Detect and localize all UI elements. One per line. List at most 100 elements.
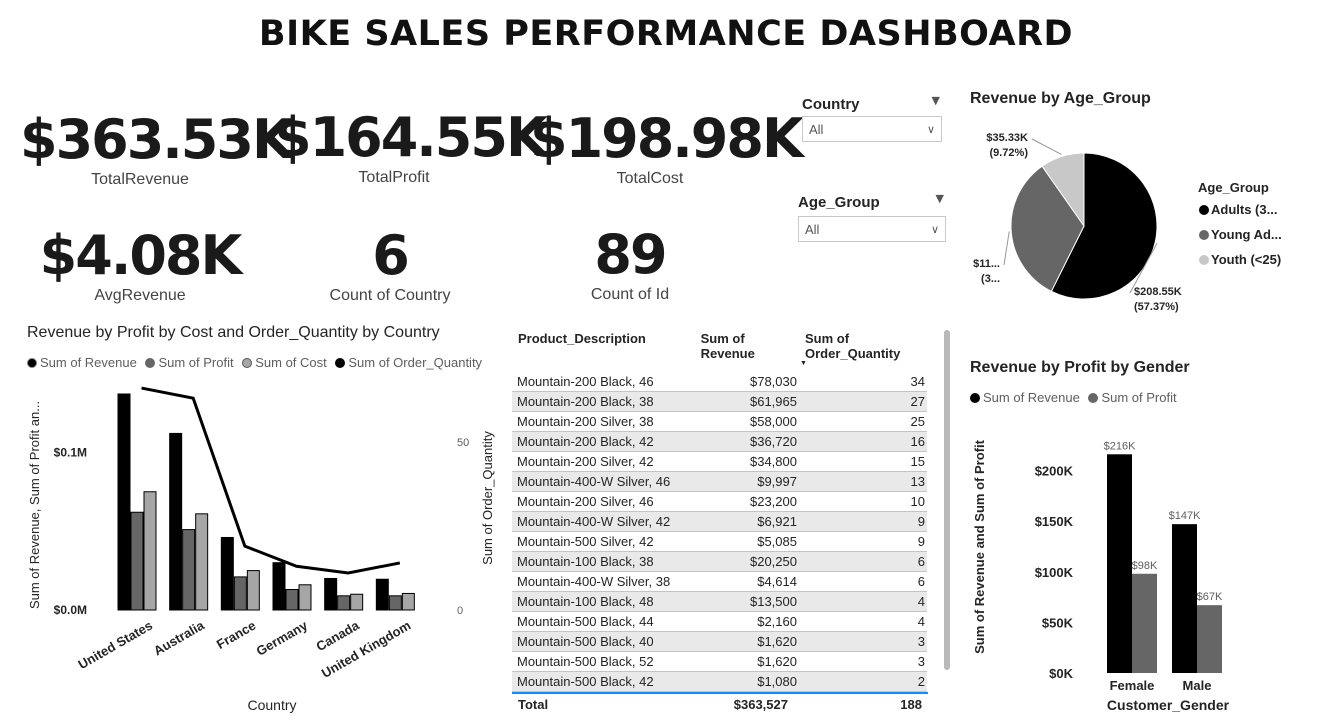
- table-row[interactable]: Mountain-400-W Silver, 38 $4,614 6: [512, 571, 927, 592]
- y-tick-label: $0K: [1049, 666, 1073, 681]
- slicer-title: Country: [802, 96, 860, 113]
- table-row[interactable]: Mountain-200 Black, 46 $78,030 34: [512, 372, 927, 392]
- table-row[interactable]: Mountain-200 Silver, 42 $34,800 15: [512, 451, 927, 472]
- bar-sum-of-profit: [233, 576, 247, 611]
- column-header-revenue[interactable]: Sum of Revenue: [695, 330, 799, 372]
- cell-revenue: $34,800: [694, 451, 799, 472]
- chevron-down-icon[interactable]: ▼: [932, 94, 940, 107]
- table-row[interactable]: Mountain-400-W Silver, 42 $6,921 9: [512, 511, 927, 532]
- cell-order-quantity: 3: [798, 651, 927, 672]
- table-row[interactable]: Mountain-500 Black, 44 $2,160 4: [512, 611, 927, 632]
- cell-revenue: $5,085: [694, 531, 799, 552]
- bar-sum-of-revenue: [272, 562, 286, 611]
- cell-order-quantity: 4: [798, 591, 927, 612]
- cell-order-quantity: 9: [798, 511, 927, 532]
- legend-item[interactable]: Sum of Cost: [242, 355, 327, 370]
- bar-sum-of-revenue: [169, 432, 183, 611]
- cell-product: Mountain-400-W Silver, 46: [512, 471, 695, 492]
- cell-order-quantity: 9: [798, 531, 927, 552]
- legend-dot: [1088, 393, 1099, 403]
- table-body: Mountain-200 Black, 46 $78,030 34 Mountain-…: [512, 372, 927, 692]
- table-row[interactable]: Mountain-500 Black, 40 $1,620 3: [512, 631, 927, 652]
- pie-leader-line: [1031, 138, 1062, 155]
- pie-value-label: $208.55K: [1134, 286, 1182, 298]
- sort-descending-icon: ▼: [799, 360, 807, 367]
- kpi-card-total-profit: $164.55K TotalProfit: [274, 106, 548, 187]
- y-tick-label: $50K: [1042, 615, 1074, 630]
- table-row[interactable]: Mountain-100 Black, 38 $20,250 6: [512, 551, 927, 572]
- table-total-row: Total $363,527 188: [512, 692, 928, 714]
- table-row[interactable]: Mountain-400-W Silver, 46 $9,997 13: [512, 471, 927, 492]
- pie-value-label: $11...: [973, 258, 1000, 270]
- kpi-label: Count of Id: [590, 286, 670, 303]
- table-row[interactable]: Mountain-100 Black, 48 $13,500 4: [512, 591, 927, 612]
- cell-product: Mountain-200 Black, 42: [512, 431, 695, 452]
- x-axis-title: Country: [247, 697, 296, 713]
- slicer-dropdown[interactable]: All ∨: [802, 116, 942, 142]
- cell-revenue: $36,720: [694, 431, 799, 452]
- gender-bar-chart[interactable]: $0K $50K $100K $150K $200K $216K $98K Female $14…: [960, 410, 1300, 720]
- pie-legend-label: Young Ad...: [1211, 227, 1282, 242]
- legend-item[interactable]: Sum of Profit: [145, 355, 234, 370]
- table-scrollbar[interactable]: [944, 330, 950, 670]
- x-tick-label: United States: [76, 618, 155, 673]
- x-tick-label: France: [214, 618, 258, 652]
- column-header-order-quantity[interactable]: Sum of Order_Quantity ▼: [799, 330, 927, 372]
- cell-product: Mountain-200 Silver, 38: [512, 411, 695, 432]
- table-row[interactable]: Mountain-200 Black, 42 $36,720 16: [512, 431, 927, 452]
- bar-sum-of-revenue: [1172, 524, 1197, 673]
- bar-sum-of-profit: [337, 595, 351, 611]
- cell-revenue: $13,500: [694, 591, 799, 612]
- table-row[interactable]: Mountain-500 Black, 52 $1,620 3: [512, 651, 927, 672]
- x-tick-label: Female: [1110, 678, 1155, 693]
- table-row[interactable]: Mountain-200 Silver, 38 $58,000 25: [512, 411, 927, 432]
- legend-label: Sum of Profit: [1101, 390, 1177, 405]
- cell-revenue: $6,921: [694, 511, 799, 532]
- kpi-card-count-id: 89 Count of Id: [510, 223, 750, 304]
- bar-sum-of-cost: [401, 592, 415, 611]
- bar-sum-of-profit: [1132, 573, 1157, 673]
- y-axis-title: Sum of Revenue, Sum of Profit an...: [27, 401, 42, 609]
- age-group-pie-chart[interactable]: $208.55K (57.37%) $11... (3... $35.33K (9.72%…: [960, 120, 1300, 325]
- cell-order-quantity: 25: [798, 411, 927, 432]
- cell-revenue: $78,030: [694, 372, 799, 392]
- cell-revenue: $58,000: [694, 411, 799, 432]
- slicer-age-group: Age_Group ▼ All ∨: [798, 192, 946, 242]
- kpi-value: $363.53K: [20, 108, 294, 171]
- table-row[interactable]: Mountain-500 Black, 42 $1,080 2: [512, 671, 927, 692]
- y-tick-label: $100K: [1035, 565, 1074, 580]
- cell-product: Mountain-500 Black, 42: [512, 671, 695, 692]
- cell-revenue: $4,614: [694, 571, 799, 592]
- bar-sum-of-profit: [388, 595, 402, 611]
- cell-order-quantity: 13: [798, 471, 927, 492]
- cell-order-quantity: 10: [798, 491, 927, 512]
- kpi-card-avg-revenue: $4.08K AvgRevenue: [20, 224, 260, 305]
- slicer-dropdown[interactable]: All ∨: [798, 216, 946, 242]
- table-row[interactable]: Mountain-200 Black, 38 $61,965 27: [512, 391, 927, 412]
- data-label: $147K: [1169, 510, 1201, 522]
- table-row[interactable]: Mountain-200 Silver, 46 $23,200 10: [512, 491, 927, 512]
- column-header-product[interactable]: Product_Description: [512, 330, 695, 372]
- cell-order-quantity: 6: [798, 551, 927, 572]
- pie-percent-label: (57.37%): [1134, 301, 1179, 313]
- country-combo-chart[interactable]: $0.0M $0.1M 0 50 United StatesAustralia Franc…: [0, 380, 500, 720]
- bar-sum-of-cost: [350, 593, 364, 611]
- cell-product: Mountain-200 Black, 46: [512, 372, 695, 392]
- legend-item[interactable]: Sum of Revenue: [27, 355, 137, 370]
- column-header-label: Sum of Order_Quantity: [804, 331, 901, 361]
- legend-item[interactable]: Sum of Order_Quantity: [335, 355, 482, 370]
- cell-revenue: $1,620: [694, 631, 799, 652]
- kpi-label: TotalCost: [616, 170, 684, 187]
- chevron-down-icon[interactable]: ▼: [936, 192, 944, 205]
- kpi-label: Count of Country: [329, 287, 451, 304]
- cell-order-quantity: 15: [798, 451, 927, 472]
- table-row[interactable]: Mountain-500 Silver, 42 $5,085 9: [512, 531, 927, 552]
- legend-item[interactable]: Sum of Revenue: [970, 390, 1080, 405]
- cell-product: Mountain-100 Black, 48: [512, 591, 695, 612]
- kpi-card-total-revenue: $363.53K TotalRevenue: [20, 108, 294, 189]
- legend-label: Sum of Cost: [255, 355, 327, 370]
- legend-item[interactable]: Sum of Profit: [1088, 390, 1177, 405]
- cell-product: Mountain-200 Silver, 46: [512, 491, 695, 512]
- slicer-value: All: [809, 122, 824, 137]
- cell-order-quantity: 4: [798, 611, 927, 632]
